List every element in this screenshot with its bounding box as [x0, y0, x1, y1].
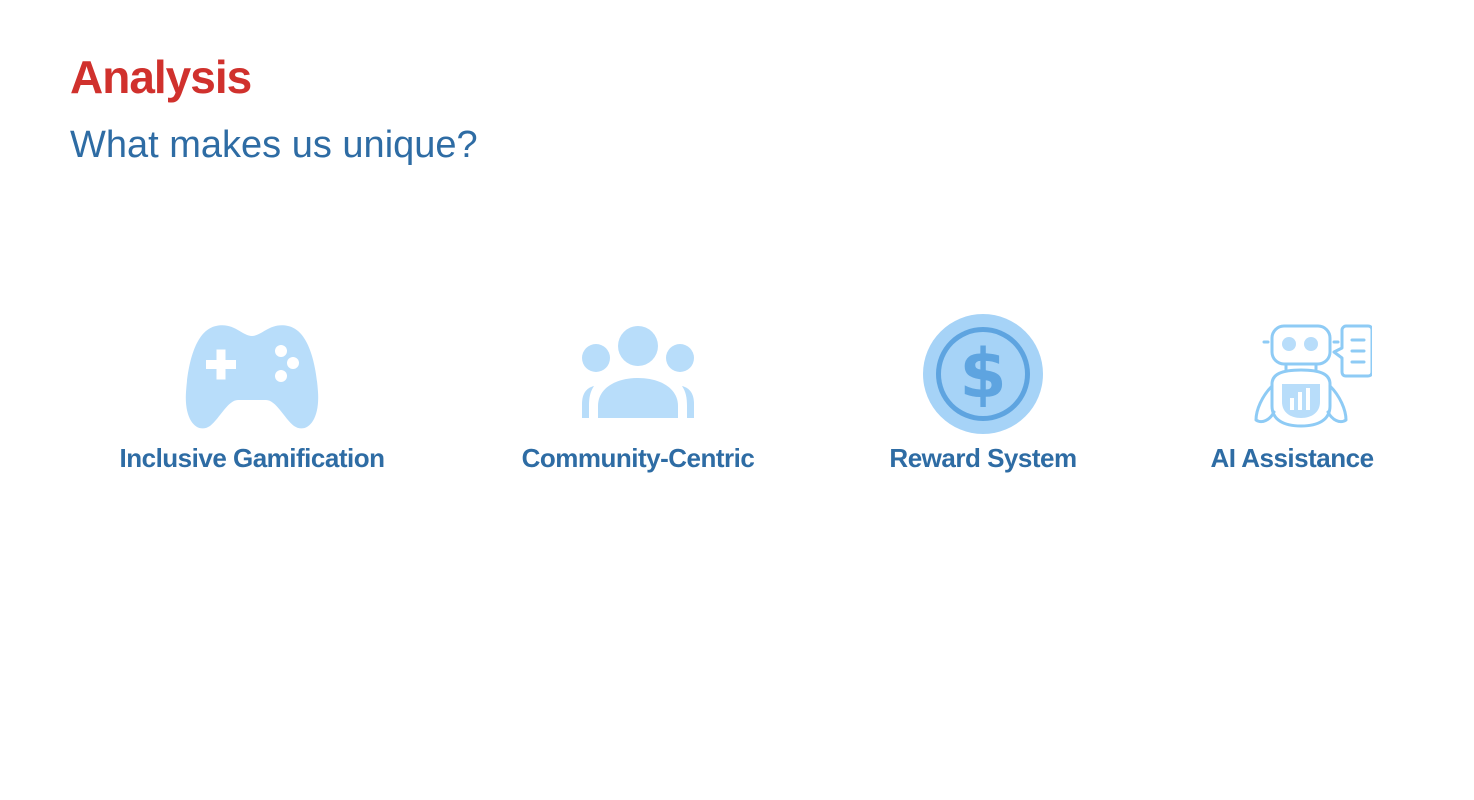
page-subtitle: What makes us unique? — [70, 124, 478, 166]
game-controller-icon — [172, 312, 332, 436]
feature-label: Reward System — [889, 443, 1077, 473]
feature-inclusive-gamification: Inclusive Gamification — [82, 312, 422, 482]
group-icon — [558, 312, 718, 436]
feature-ai-assistance: AI Assistance — [1122, 312, 1462, 482]
feature-community-centric: Community-Centric — [468, 312, 808, 482]
slide: Analysis What makes us unique? Inclusive… — [0, 0, 1474, 800]
dollar-coin-icon: $ — [903, 312, 1063, 436]
feature-label: Inclusive Gamification — [119, 443, 385, 473]
feature-label: AI Assistance — [1210, 443, 1374, 473]
page-title: Analysis — [70, 51, 252, 103]
robot-assistant-icon — [1212, 312, 1372, 436]
feature-reward-system: $ Reward System — [813, 312, 1153, 482]
svg-text:$: $ — [959, 335, 1006, 414]
feature-label: Community-Centric — [521, 443, 755, 473]
